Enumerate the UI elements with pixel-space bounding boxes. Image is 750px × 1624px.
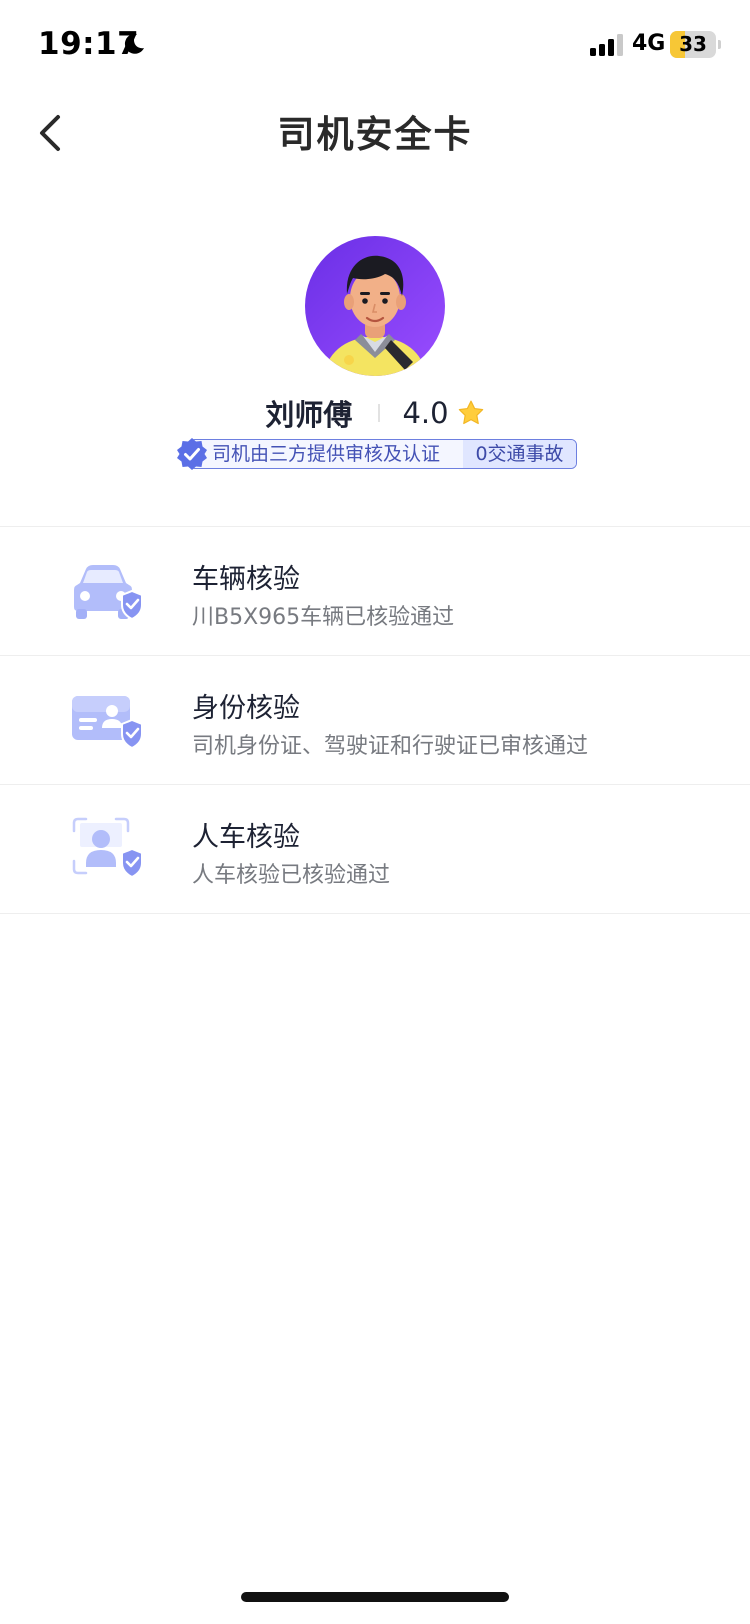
- back-button[interactable]: [30, 105, 74, 161]
- vehicle-check-title: 车辆核验: [192, 564, 300, 595]
- verification-text: 司机由三方提供审核及认证: [212, 443, 441, 465]
- driver-name-row: 刘师傅 4.0: [0, 392, 750, 438]
- driver-avatar: [305, 236, 445, 376]
- list-item-identity-check: 身份核验 司机身份证、驾驶证和行驶证已审核通过: [0, 656, 750, 785]
- driver-avatar-illustration: [305, 236, 445, 376]
- list-item-vehicle-check: 车辆核验 川B5X965车辆已核验通过: [0, 527, 750, 656]
- identity-check-description: 司机身份证、驾驶证和行驶证已审核通过: [192, 734, 589, 759]
- battery-level: 33: [679, 32, 707, 56]
- face-scan-shield-icon: [72, 817, 143, 879]
- name-divider: [378, 404, 381, 422]
- identity-check-title: 身份核验: [192, 693, 300, 724]
- moon-icon: [124, 33, 144, 54]
- person-vehicle-check-title: 人车核验: [192, 822, 300, 853]
- network-type-label: 4G: [632, 31, 666, 56]
- car-shield-icon: [74, 565, 143, 621]
- driver-rating: 4.0: [402, 396, 449, 430]
- home-indicator[interactable]: [241, 1592, 509, 1602]
- verified-badge-icon: [177, 438, 207, 470]
- battery-icon: 33: [670, 31, 716, 58]
- chevron-left-icon: [40, 115, 60, 151]
- status-bar: 19:17 4G 33: [0, 0, 750, 90]
- star-icon: [458, 400, 483, 425]
- verification-badge: 司机由三方提供审核及认证 0交通事故: [175, 437, 577, 471]
- list-item-person-vehicle-check: 人车核验 人车核验已核验通过: [0, 785, 750, 914]
- vehicle-check-description: 川B5X965车辆已核验通过: [192, 605, 455, 630]
- id-card-shield-icon: [72, 696, 143, 750]
- page-title: 司机安全卡: [277, 113, 473, 156]
- cellular-signal-icon: [590, 34, 623, 56]
- accident-badge: 0交通事故: [463, 440, 576, 468]
- verification-badge-box: 司机由三方提供审核及认证 0交通事故: [189, 439, 577, 469]
- battery-nub: [718, 40, 721, 49]
- person-vehicle-check-description: 人车核验已核验通过: [192, 863, 391, 888]
- driver-name: 刘师傅: [265, 398, 353, 432]
- verification-list: 车辆核验 川B5X965车辆已核验通过 身份核验 司机身份证、驾驶证和行驶证已审…: [0, 526, 750, 914]
